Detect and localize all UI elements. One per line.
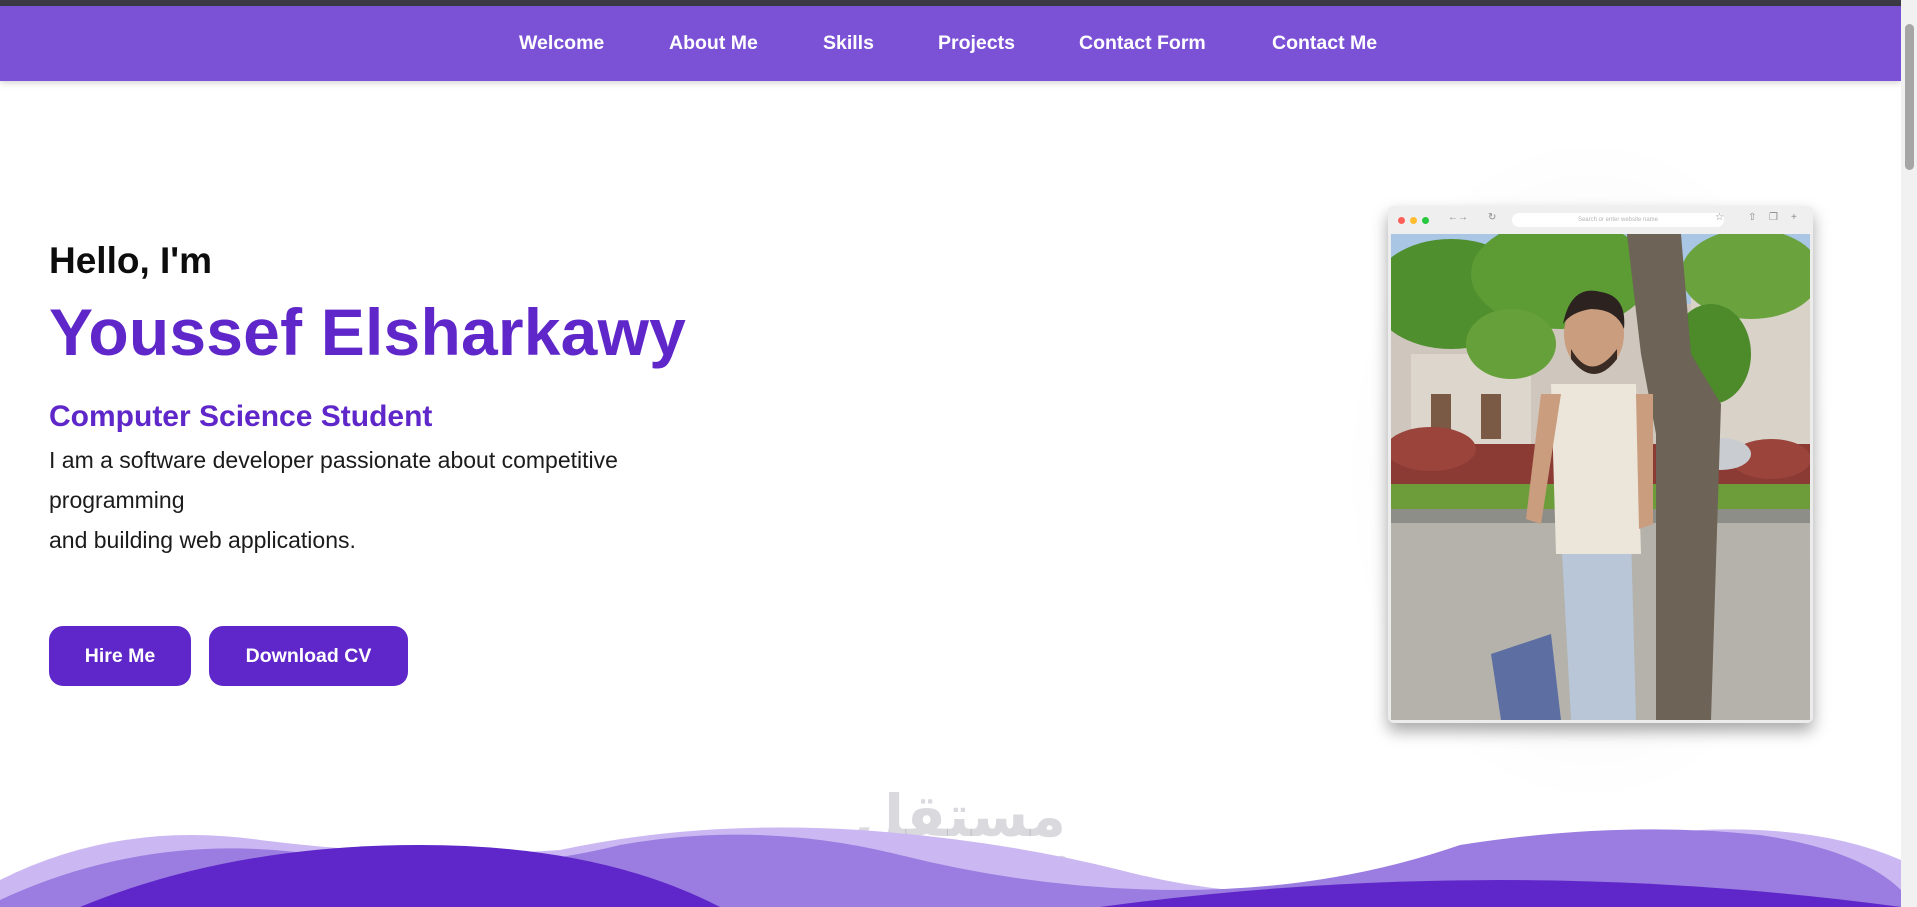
new-tab-icon: +	[1791, 212, 1797, 223]
profile-photo-illustration	[1391, 234, 1810, 720]
hero-description: I am a software developer passionate abo…	[49, 440, 689, 560]
hero-description-line: programming	[49, 487, 185, 513]
profile-photo	[1391, 234, 1810, 720]
hero-description-line: I am a software developer passionate abo…	[49, 447, 618, 473]
hero-role: Computer Science Student	[49, 400, 433, 433]
nav-link-skills[interactable]: Skills	[823, 32, 874, 55]
close-dot-icon	[1398, 217, 1405, 224]
hero-greeting: Hello, I'm	[49, 240, 212, 281]
tabs-icon: ❐	[1769, 212, 1778, 223]
browser-toolbar: ←→ ↻ Search or enter website name ☆ ⇧ ❐ …	[1388, 206, 1813, 234]
back-forward-icon: ←→	[1448, 212, 1468, 223]
scrollbar-thumb[interactable]	[1905, 24, 1914, 170]
download-cv-button[interactable]: Download CV	[209, 626, 408, 686]
nav-link-projects[interactable]: Projects	[938, 32, 1015, 55]
nav-items: Welcome About Me Skills Projects Contact…	[0, 6, 1901, 81]
url-bar: Search or enter website name	[1512, 213, 1724, 227]
nav-link-contact-form[interactable]: Contact Form	[1079, 32, 1206, 55]
hire-me-button[interactable]: Hire Me	[49, 626, 191, 686]
maximize-dot-icon	[1422, 217, 1429, 224]
star-icon: ☆	[1715, 212, 1724, 223]
nav-link-welcome[interactable]: Welcome	[519, 32, 604, 55]
hero-description-line: and building web applications.	[49, 527, 356, 553]
minimize-dot-icon	[1410, 217, 1417, 224]
decorative-waves	[0, 827, 1901, 907]
nav-link-about-me[interactable]: About Me	[669, 32, 758, 55]
browser-mockup-frame: ←→ ↻ Search or enter website name ☆ ⇧ ❐ …	[1388, 206, 1813, 723]
nav-link-contact-me[interactable]: Contact Me	[1272, 32, 1377, 55]
reload-icon: ↻	[1488, 212, 1497, 223]
page-scrollbar[interactable]	[1901, 0, 1917, 907]
share-icon: ⇧	[1748, 212, 1757, 223]
hero-name: Youssef Elsharkawy	[49, 295, 687, 369]
top-navbar: Welcome About Me Skills Projects Contact…	[0, 6, 1901, 81]
